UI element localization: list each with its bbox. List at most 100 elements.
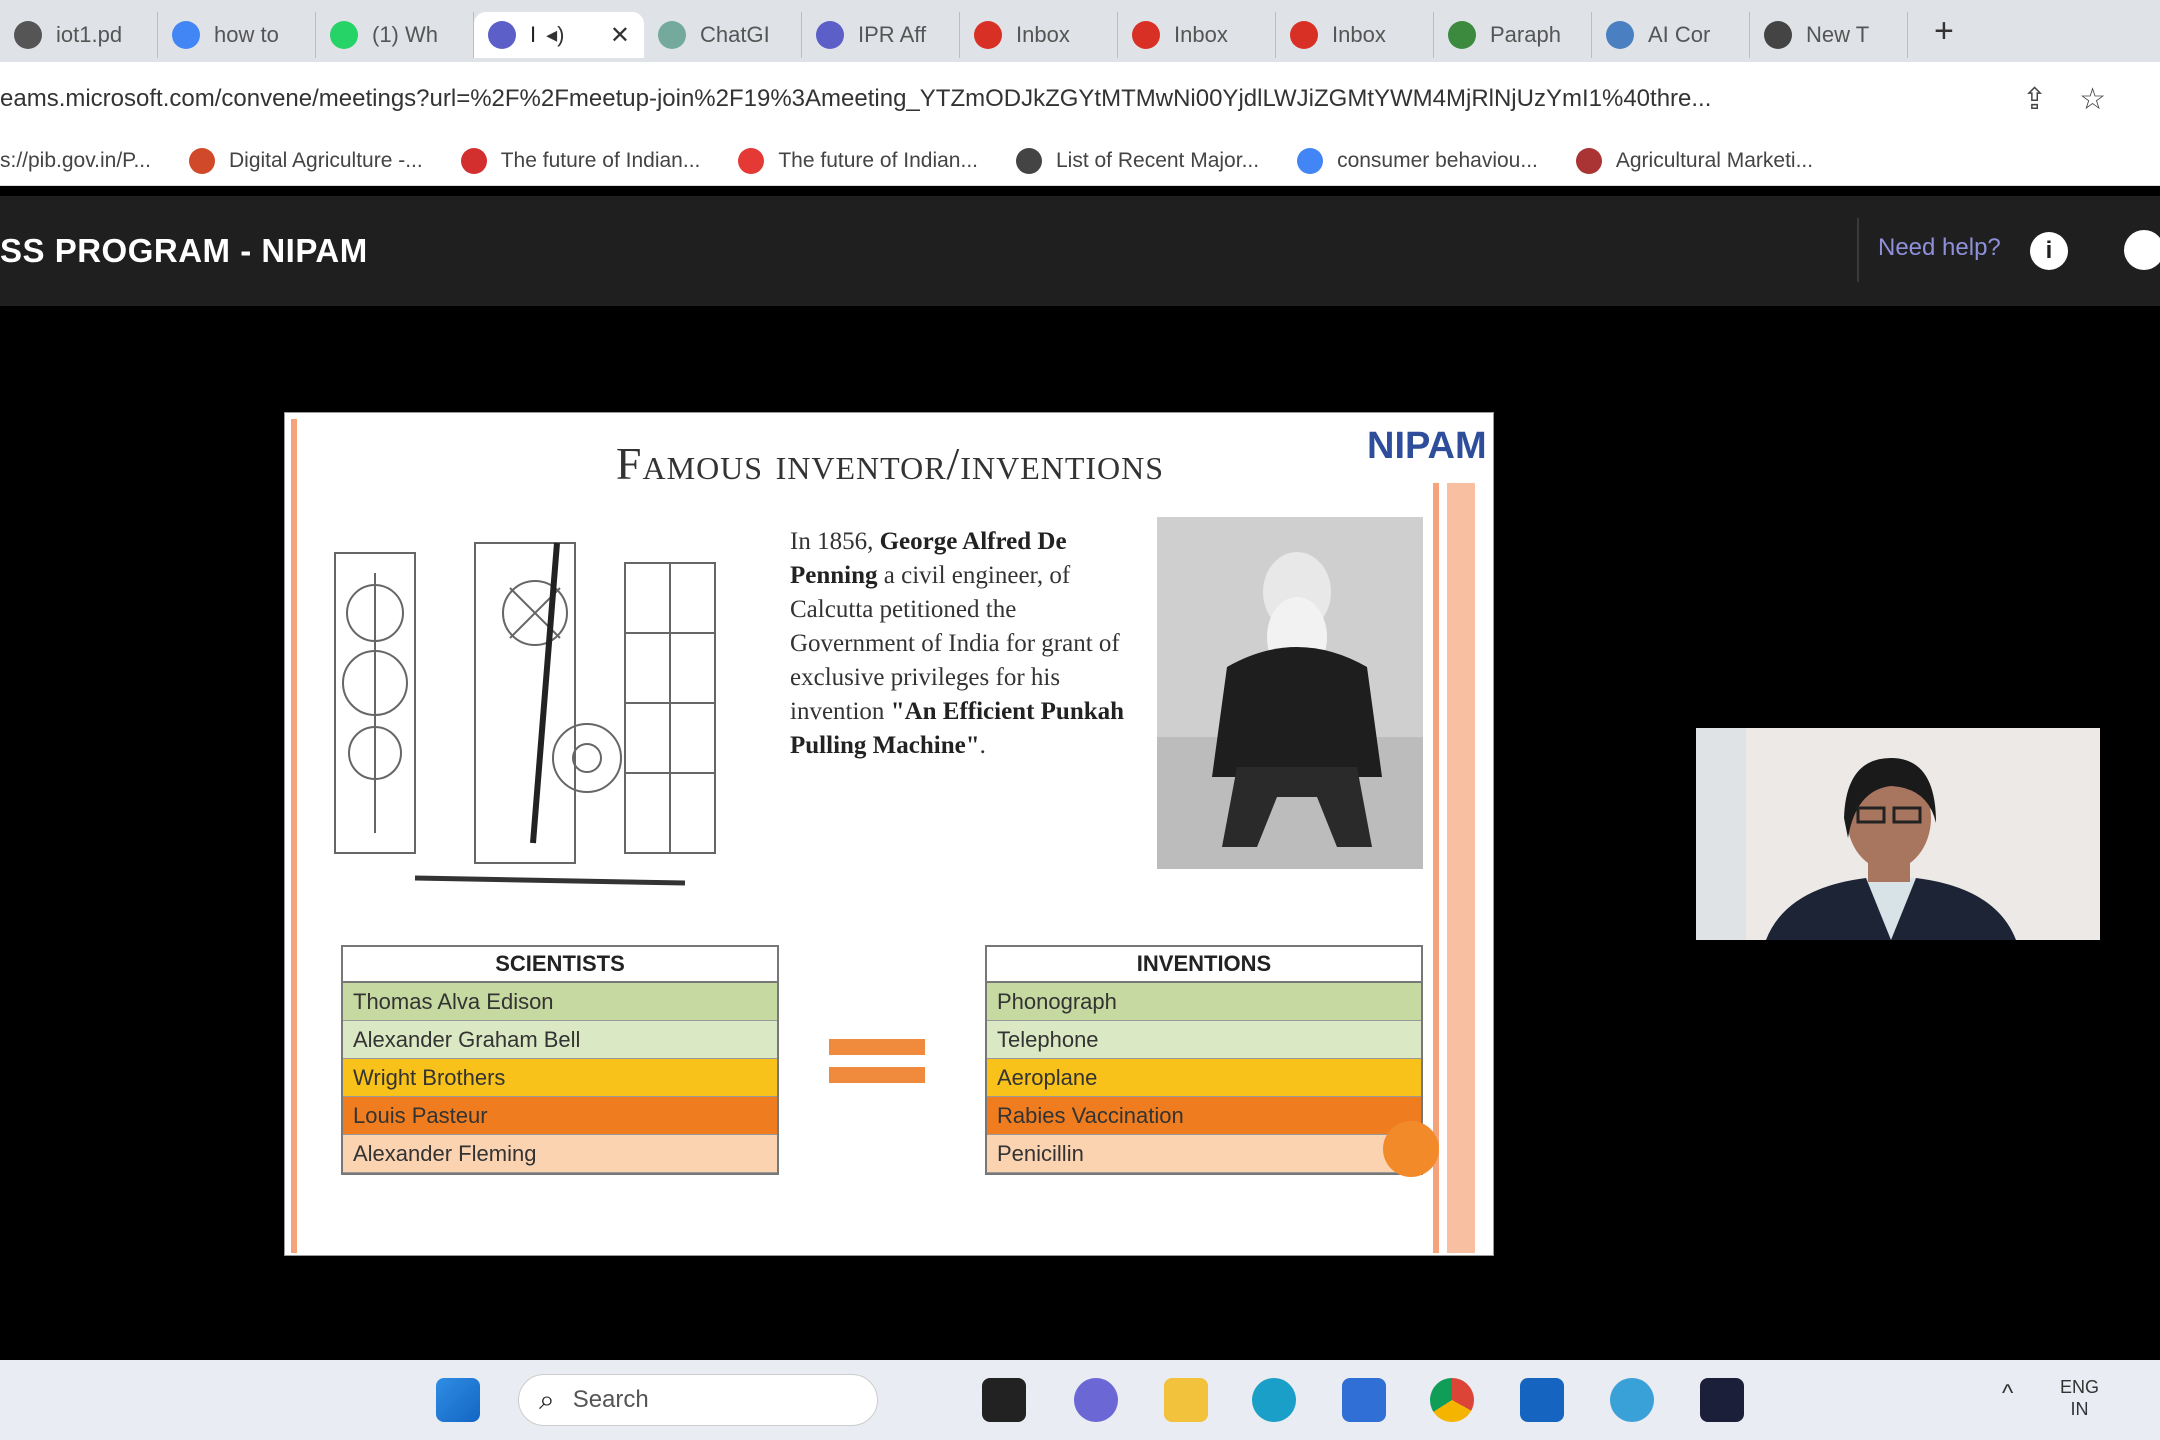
slide-accent-bar <box>1447 483 1475 1253</box>
table-row: Rabies Vaccination <box>987 1097 1421 1135</box>
teams-icon <box>488 21 516 49</box>
google-icon <box>172 21 200 49</box>
table-row: Telephone <box>987 1021 1421 1059</box>
tab-label: IPR Aff <box>858 22 927 47</box>
chat-bubble-icon[interactable] <box>2124 230 2160 270</box>
bookmark-favicon-icon <box>1015 147 1042 174</box>
browser-tab[interactable]: AI Cor <box>1592 12 1750 58</box>
table-row: Louis Pasteur <box>343 1097 777 1135</box>
bookmark-item[interactable]: The future of Indian... <box>460 147 701 174</box>
bookmark-favicon-icon <box>1297 147 1324 174</box>
bookmark-label: Agricultural Marketi... <box>1615 148 1814 172</box>
shared-slide: Famous inventor/inventions NIPAM In 1856… <box>284 412 1494 1256</box>
browser-tab[interactable]: iot1.pd <box>0 12 158 58</box>
bookmark-item[interactable]: Agricultural Marketi... <box>1575 147 1814 174</box>
table-header: INVENTIONS <box>987 947 1421 983</box>
bookmark-label: consumer behaviou... <box>1337 148 1538 172</box>
need-help-link[interactable]: Need help? <box>1878 234 2001 262</box>
bookmark-label: The future of Indian... <box>778 148 978 172</box>
edge-icon[interactable] <box>1252 1378 1296 1422</box>
file-explorer-icon[interactable] <box>1164 1378 1208 1422</box>
bookmark-item[interactable]: List of Recent Major... <box>1015 147 1260 174</box>
slide-title: Famous inventor/inventions <box>615 438 1165 489</box>
word-icon[interactable] <box>1700 1378 1744 1422</box>
bookmark-favicon-icon <box>738 147 765 174</box>
equals-sign <box>829 1039 925 1095</box>
new-tab-button[interactable]: + <box>1934 12 1954 51</box>
teams-icon <box>816 21 844 49</box>
browser-tab[interactable]: how to <box>158 12 316 58</box>
bookmark-favicon-icon <box>188 147 215 174</box>
bookmark-label: Digital Agriculture -... <box>228 148 423 172</box>
address-bar: eams.microsoft.com/convene/meetings?url=… <box>0 62 2160 136</box>
tab-label: New T <box>1806 22 1870 47</box>
quillbot-icon <box>1448 21 1476 49</box>
gmail-icon <box>974 21 1002 49</box>
bookmark-label: s://pib.gov.in/P... <box>0 148 151 172</box>
slide-badge <box>1383 1121 1439 1177</box>
tab-label: Inbox <box>1174 22 1228 47</box>
browser-tab[interactable]: Inbox <box>1276 12 1434 58</box>
bookmark-item[interactable]: Digital Agriculture -... <box>188 147 423 174</box>
tab-label: Inbox <box>1332 22 1386 47</box>
globe-icon <box>14 21 42 49</box>
tab-label: how to <box>214 22 279 47</box>
browser-tab[interactable]: Inbox <box>1118 12 1276 58</box>
share-icon[interactable]: ⇪ <box>2022 82 2047 117</box>
tab-label: iot1.pd <box>56 22 123 47</box>
table-row: Aeroplane <box>987 1059 1421 1097</box>
tab-label: Inbox <box>1016 22 1070 47</box>
bookmark-item[interactable]: s://pib.gov.in/P... <box>0 149 151 173</box>
store-icon[interactable] <box>1342 1378 1386 1422</box>
search-icon: ⌕ <box>539 1383 555 1415</box>
teams-header: SS PROGRAM - NIPAM Need help? i <box>0 196 2160 306</box>
bookmark-item[interactable]: consumer behaviou... <box>1297 147 1538 174</box>
bookmark-item[interactable]: The future of Indian... <box>738 147 978 174</box>
outlook-icon[interactable] <box>1520 1378 1564 1422</box>
bookmark-favicon-icon <box>1575 147 1602 174</box>
browser-tab[interactable]: ChatGI <box>644 12 802 58</box>
browser-tab[interactable]: (1) Wh <box>316 12 474 58</box>
search-placeholder: Search <box>572 1386 649 1413</box>
bookmark-label: The future of Indian... <box>500 148 701 172</box>
meeting-title: SS PROGRAM - NIPAM <box>0 232 368 269</box>
browser-tab-bar: iot1.pd how to (1) Wh I ◂) ✕ ChatGI IPR Aff Inbo… <box>0 0 2160 62</box>
table-row: Alexander Graham Bell <box>343 1021 777 1059</box>
chatgpt-icon <box>658 21 686 49</box>
browser-tab[interactable]: I ◂) ✕ <box>474 12 644 58</box>
header-divider <box>1857 218 1859 282</box>
browser-tab[interactable]: New T <box>1750 12 1908 58</box>
slide-accent-bar <box>291 419 297 1253</box>
url-field[interactable]: eams.microsoft.com/convene/meetings?url=… <box>0 85 1990 113</box>
audio-icon[interactable]: ◂) <box>546 22 564 48</box>
inventor-portrait <box>1157 517 1423 869</box>
table-row: Phonograph <box>987 983 1421 1021</box>
chevron-up-icon[interactable]: ^ <box>2002 1380 2013 1408</box>
close-icon[interactable]: ✕ <box>610 21 630 50</box>
globe-app-icon[interactable] <box>1610 1378 1654 1422</box>
teams-chat-icon[interactable] <box>1074 1378 1118 1422</box>
taskbar-search[interactable]: ⌕ Search <box>518 1374 878 1426</box>
chrome-icon <box>1764 21 1792 49</box>
language-indicator[interactable]: ENG IN <box>2060 1376 2099 1420</box>
whatsapp-icon <box>330 21 358 49</box>
browser-tab[interactable]: IPR Aff <box>802 12 960 58</box>
bookmark-favicon-icon <box>460 147 487 174</box>
chrome-icon[interactable] <box>1430 1378 1474 1422</box>
info-icon[interactable]: i <box>2030 232 2068 270</box>
bookmark-label: List of Recent Major... <box>1055 148 1260 172</box>
task-view-icon[interactable] <box>982 1378 1026 1422</box>
browser-tab[interactable]: Paraph <box>1434 12 1592 58</box>
windows-start-icon[interactable] <box>436 1378 480 1422</box>
bookmarks-bar: s://pib.gov.in/P... Digital Agriculture -… <box>0 136 2160 186</box>
ai-icon <box>1606 21 1634 49</box>
bookmark-star-icon[interactable]: ☆ <box>2079 82 2106 117</box>
table-row: Thomas Alva Edison <box>343 983 777 1021</box>
punkah-machine-sketch <box>334 542 716 886</box>
windows-taskbar: ⌕ Search ^ ENG IN <box>0 1360 2160 1440</box>
table-row: Penicillin <box>987 1135 1421 1173</box>
tab-label: AI Cor <box>1648 22 1711 47</box>
inventions-table: INVENTIONS Phonograph Telephone Aeroplane R… <box>985 945 1423 1175</box>
browser-tab[interactable]: Inbox <box>960 12 1118 58</box>
nipam-logo: NIPAM <box>1367 425 1487 467</box>
